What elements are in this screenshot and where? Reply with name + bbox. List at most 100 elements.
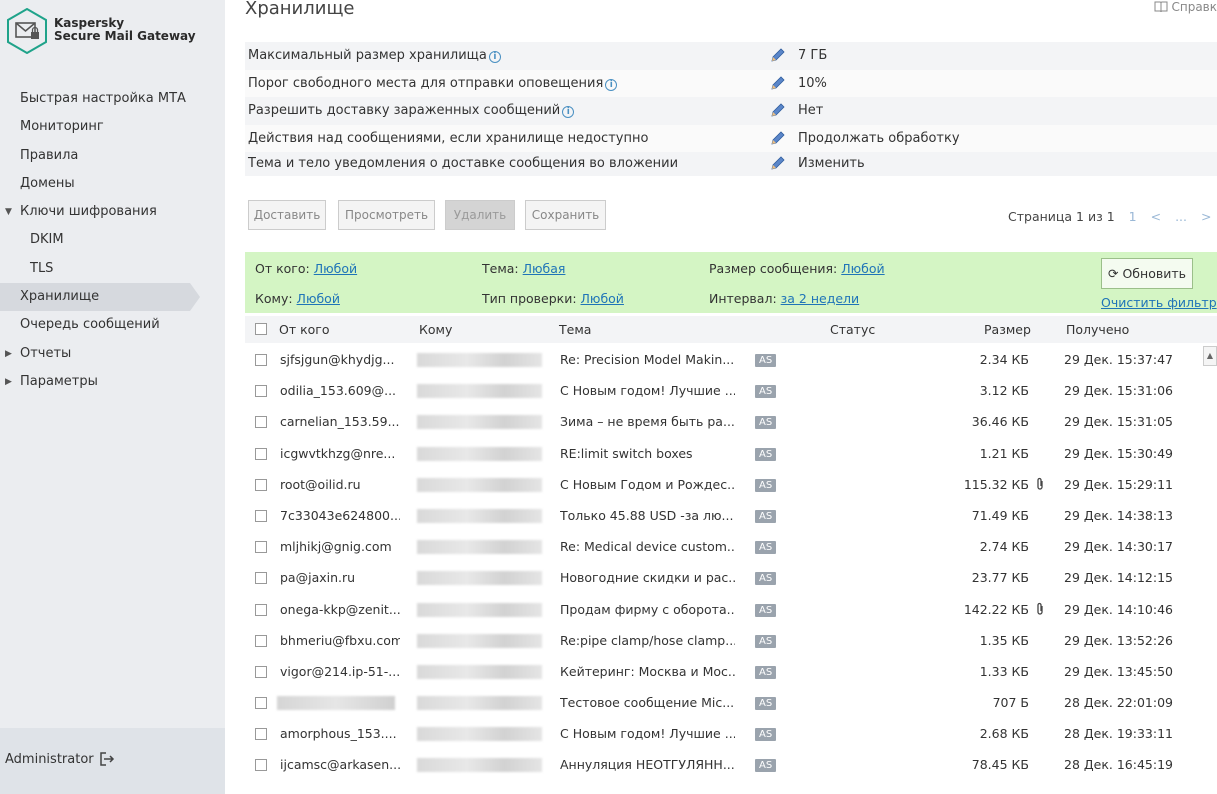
setting-value[interactable]: Изменить	[798, 156, 865, 171]
sidebar-item-label: Быстрая настройка МТА	[20, 91, 186, 106]
sidebar-item-monitoring[interactable]: Мониторинг	[0, 113, 225, 141]
cell-subject: С Новым годом! Лучшие ...	[560, 726, 735, 742]
table-row[interactable]: vigor@214.ip-51-... Кейтеринг: Москва и М…	[245, 656, 1217, 687]
sidebar-item-quick-mta[interactable]: Быстрая настройка МТА	[0, 85, 225, 113]
cell-to-redacted	[417, 353, 542, 367]
row-checkbox[interactable]	[255, 697, 267, 710]
column-status[interactable]: Статус	[830, 322, 875, 337]
table-row[interactable]: sjfsjgun@khydjg... Re: Precision Model Ma…	[245, 344, 1217, 375]
setting-value[interactable]: Нет	[798, 103, 823, 118]
save-button[interactable]: Сохранить	[525, 200, 606, 230]
cell-size: 1.35 КБ	[979, 632, 1029, 648]
filter-interval-link[interactable]: за 2 недели	[781, 291, 860, 306]
row-checkbox[interactable]	[255, 478, 267, 491]
cell-to-redacted	[417, 571, 542, 586]
row-checkbox[interactable]	[255, 572, 267, 585]
setting-value[interactable]: 7 ГБ	[798, 48, 827, 63]
sidebar-item-domains[interactable]: Домены	[0, 170, 225, 198]
pencil-icon[interactable]	[770, 102, 786, 118]
status-badge: AS	[755, 665, 777, 679]
row-checkbox[interactable]	[255, 509, 267, 522]
row-checkbox[interactable]	[255, 603, 267, 616]
info-icon[interactable]: i	[562, 106, 575, 118]
chevron-right-icon[interactable]: ▶	[5, 340, 12, 368]
refresh-button[interactable]: ⟳ Обновить	[1101, 258, 1193, 289]
sidebar-footer: Administrator	[0, 728, 225, 794]
info-icon[interactable]: i	[488, 51, 501, 63]
chevron-down-icon[interactable]: ▼	[5, 198, 12, 226]
table-row[interactable]: root@oilid.ru С Новым Годом и Рождес... AS…	[245, 469, 1217, 500]
sidebar-item-storage[interactable]: Хранилище	[0, 283, 200, 312]
status-badge: AS	[755, 603, 777, 617]
page-first-link[interactable]: 1	[1129, 209, 1137, 224]
delete-button[interactable]: Удалить	[445, 200, 515, 230]
table-row[interactable]: 7c33043e624800... Только 45.88 USD -за лю…	[245, 500, 1217, 531]
sidebar-item-dkim[interactable]: DKIM	[0, 226, 225, 254]
row-checkbox[interactable]	[255, 634, 267, 647]
column-size[interactable]: Размер	[984, 322, 1031, 337]
sidebar-item-label: Правила	[20, 147, 79, 163]
row-checkbox[interactable]	[255, 728, 267, 741]
clear-filter-link[interactable]: Очистить фильтр	[1101, 295, 1217, 310]
filter-size-label: Размер сообщения:	[709, 261, 838, 276]
row-checkbox[interactable]	[255, 665, 267, 678]
status-badge: AS	[755, 759, 777, 773]
row-checkbox[interactable]	[255, 354, 267, 366]
column-received[interactable]: Получено	[1066, 322, 1129, 337]
table-row[interactable]: odilia_153.609@... С Новым годом! Лучшие …	[245, 375, 1217, 406]
row-checkbox[interactable]	[255, 416, 267, 429]
cell-size: 1.33 КБ	[979, 663, 1029, 679]
sidebar-item-encryption-keys[interactable]: ▼ Ключи шифрования	[0, 198, 225, 226]
pencil-icon[interactable]	[770, 130, 786, 146]
status-badge: AS	[755, 697, 777, 711]
deliver-button[interactable]: Доставить	[248, 200, 326, 230]
table-row[interactable]: carnelian_153.59... Зима – не время быть …	[245, 406, 1217, 437]
pencil-icon[interactable]	[770, 155, 786, 171]
info-icon[interactable]: i	[605, 78, 618, 91]
table-row[interactable]: Тестовое сообщение Mic... AS 707 Б 28 Дек. …	[245, 687, 1217, 718]
filter-subject-link[interactable]: Любая	[523, 261, 566, 276]
table-header: От кого Кому Тема Статус Размер Получено	[245, 316, 1217, 343]
pencil-icon[interactable]	[770, 47, 786, 63]
table-row[interactable]: ijcamsc@arkasen... Аннуляция НЕОТГУЛЯНН..…	[245, 749, 1217, 780]
setting-value[interactable]: 10%	[798, 76, 827, 91]
table-row[interactable]: icgwvtkhzg@nre... RE:limit switch boxes AS…	[245, 438, 1217, 469]
page-prev-link[interactable]: <	[1151, 209, 1161, 224]
filter-to-link[interactable]: Любой	[297, 291, 340, 306]
row-checkbox[interactable]	[255, 447, 267, 460]
pencil-icon[interactable]	[770, 75, 786, 91]
select-all-checkbox[interactable]	[255, 323, 267, 335]
table-row[interactable]: amorphous_153.... С Новым годом! Лучшие .…	[245, 718, 1217, 749]
help-link[interactable]: Справк	[1154, 0, 1217, 14]
row-checkbox[interactable]	[255, 385, 267, 398]
cell-to-redacted	[417, 446, 542, 461]
column-to[interactable]: Кому	[419, 322, 452, 337]
row-checkbox[interactable]	[255, 759, 267, 772]
chevron-right-icon[interactable]: ▶	[5, 368, 12, 396]
column-subject[interactable]: Тема	[559, 322, 591, 337]
sidebar-item-label: Ключи шифрования	[20, 204, 157, 220]
table-row[interactable]: pa@jaxin.ru Новогодние скидки и рас... AS 2…	[245, 562, 1217, 593]
column-from[interactable]: От кого	[279, 322, 330, 337]
cell-subject: Кейтеринг: Москва и Мос...	[560, 663, 735, 679]
sidebar-item-settings[interactable]: ▶ Параметры	[0, 368, 225, 396]
sidebar-item-reports[interactable]: ▶ Отчеты	[0, 340, 225, 368]
sidebar-item-tls[interactable]: TLS	[0, 255, 225, 283]
view-button[interactable]: Просмотреть	[338, 200, 435, 230]
sidebar-item-rules[interactable]: Правила	[0, 142, 225, 170]
setting-value[interactable]: Продолжать обработку	[798, 131, 960, 146]
table-row[interactable]: mljhikj@gnig.com Re: Medical device custo…	[245, 531, 1217, 562]
cell-received: 29 Дек. 15:37:47	[1064, 352, 1173, 367]
sidebar-item-message-queue[interactable]: Очередь сообщений	[0, 311, 225, 339]
cell-received: 29 Дек. 13:52:26	[1064, 632, 1173, 648]
filter-size-link[interactable]: Любой	[841, 261, 884, 276]
table-row[interactable]: onega-kkp@zenit... Продам фирму с оборота…	[245, 594, 1217, 625]
row-checkbox[interactable]	[255, 541, 267, 554]
setting-row-infected-delivery: Разрешить доставку зараженных сообщений i…	[245, 97, 1217, 125]
page-next-link[interactable]: >	[1201, 209, 1211, 224]
filter-from-link[interactable]: Любой	[314, 261, 357, 276]
filter-check-link[interactable]: Любой	[581, 291, 624, 306]
table-row[interactable]: bhmeriu@fbxu.com Re:pipe clamp/hose clamp…	[245, 625, 1217, 656]
logout-icon[interactable]	[99, 752, 115, 766]
page-ellipsis: ...	[1175, 209, 1187, 224]
